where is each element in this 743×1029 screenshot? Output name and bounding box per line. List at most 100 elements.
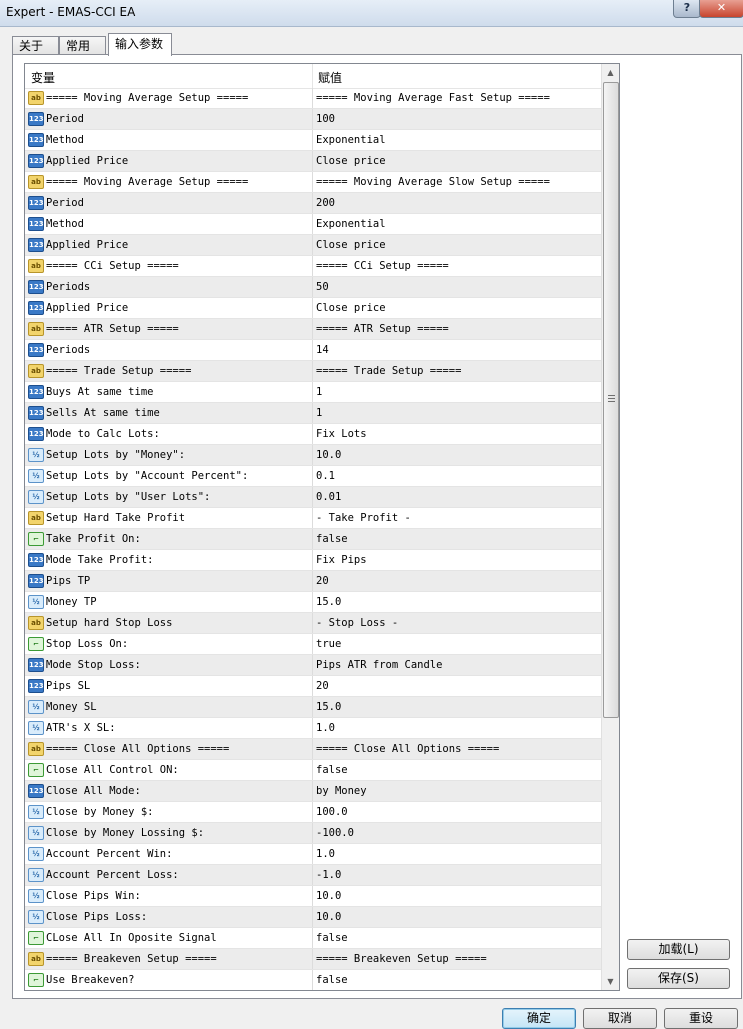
parameter-value[interactable]: false <box>316 932 348 944</box>
parameter-value[interactable]: 1.0 <box>316 722 335 734</box>
parameter-value[interactable]: -100.0 <box>316 827 354 839</box>
parameter-row[interactable]: 123 Sells At same time 1 <box>25 403 601 424</box>
parameter-row[interactable]: ½ Account Percent Win: 1.0 <box>25 844 601 865</box>
parameter-row[interactable]: ab ===== Moving Average Setup ===== ===== … <box>25 172 601 193</box>
parameter-row[interactable]: ½ Setup Lots by "User Lots": 0.01 <box>25 487 601 508</box>
parameter-value[interactable]: -1.0 <box>316 869 341 881</box>
column-header-value[interactable]: 赋值 <box>318 69 342 86</box>
parameter-value[interactable]: by Money <box>316 785 367 797</box>
parameter-row[interactable]: 123 Pips TP 20 <box>25 571 601 592</box>
parameter-row[interactable]: 123 Applied Price Close price <box>25 298 601 319</box>
parameter-row[interactable]: ½ Close by Money $: 100.0 <box>25 802 601 823</box>
parameter-row[interactable]: ⌐ CLose All In Oposite Signal false <box>25 928 601 949</box>
save-button[interactable]: 保存(S) <box>627 968 730 989</box>
scroll-down-arrow-icon[interactable]: ▼ <box>602 973 619 990</box>
parameter-row[interactable]: ab ===== CCi Setup ===== ===== CCi Setup =… <box>25 256 601 277</box>
parameter-row[interactable]: 123 Mode Stop Loss: Pips ATR from Candle <box>25 655 601 676</box>
parameter-value[interactable]: 1.0 <box>316 848 335 860</box>
vertical-scrollbar[interactable]: ▲ ▼ <box>601 64 619 990</box>
parameter-row[interactable]: ab Setup hard Stop Loss - Stop Loss - <box>25 613 601 634</box>
parameter-row[interactable]: 123 Method Exponential <box>25 214 601 235</box>
parameter-row[interactable]: ½ Account Percent Loss: -1.0 <box>25 865 601 886</box>
parameter-value[interactable]: 10.0 <box>316 890 341 902</box>
parameter-value[interactable]: false <box>316 974 348 986</box>
parameter-value[interactable]: ===== Breakeven Setup ===== <box>316 953 487 965</box>
parameter-row[interactable]: 123 Mode to Calc Lots: Fix Lots <box>25 424 601 445</box>
parameter-value[interactable]: true <box>316 638 341 650</box>
parameter-row[interactable]: ½ Close Pips Win: 10.0 <box>25 886 601 907</box>
parameter-row[interactable]: 123 Period 200 <box>25 193 601 214</box>
parameter-value[interactable]: 1 <box>316 407 322 419</box>
scroll-thumb[interactable] <box>603 82 619 718</box>
column-header-variable[interactable]: 变量 <box>31 69 55 86</box>
parameter-value[interactable]: 20 <box>316 575 329 587</box>
parameter-value[interactable]: 0.01 <box>316 491 341 503</box>
parameter-value[interactable]: ===== ATR Setup ===== <box>316 323 449 335</box>
reset-button[interactable]: 重设 <box>664 1008 738 1029</box>
parameter-value[interactable]: - Take Profit - <box>316 512 411 524</box>
parameter-value[interactable]: 50 <box>316 281 329 293</box>
parameter-value[interactable]: Close price <box>316 155 386 167</box>
parameter-value[interactable]: - Stop Loss - <box>316 617 398 629</box>
parameter-value[interactable]: 100.0 <box>316 806 348 818</box>
parameter-row[interactable]: 123 Pips SL 20 <box>25 676 601 697</box>
parameter-row[interactable]: ½ Close by Money Lossing $: -100.0 <box>25 823 601 844</box>
parameter-row[interactable]: ab ===== Trade Setup ===== ===== Trade Set… <box>25 361 601 382</box>
parameter-value[interactable]: 0.1 <box>316 470 335 482</box>
parameter-value[interactable]: Fix Pips <box>316 554 367 566</box>
parameter-value[interactable]: 15.0 <box>316 701 341 713</box>
parameter-row[interactable]: ½ Money SL 15.0 <box>25 697 601 718</box>
ok-button[interactable]: 确定 <box>502 1008 576 1029</box>
parameter-row[interactable]: 123 Method Exponential <box>25 130 601 151</box>
parameter-value[interactable]: 14 <box>316 344 329 356</box>
parameter-row[interactable]: ab ===== Close All Options ===== ===== Clo… <box>25 739 601 760</box>
parameter-value[interactable]: Fix Lots <box>316 428 367 440</box>
parameter-value[interactable]: ===== Moving Average Fast Setup ===== <box>316 92 550 104</box>
parameter-value[interactable]: false <box>316 533 348 545</box>
parameter-row[interactable]: 123 Applied Price Close price <box>25 151 601 172</box>
parameter-value[interactable]: Exponential <box>316 218 386 230</box>
parameter-value[interactable]: ===== Trade Setup ===== <box>316 365 461 377</box>
parameter-row[interactable]: ab Setup Hard Take Profit - Take Profit - <box>25 508 601 529</box>
parameter-row[interactable]: ½ Setup Lots by "Account Percent": 0.1 <box>25 466 601 487</box>
parameter-value[interactable]: 15.0 <box>316 596 341 608</box>
help-button[interactable]: ? <box>673 0 701 18</box>
parameter-row[interactable]: 123 Period 100 <box>25 109 601 130</box>
parameter-row[interactable]: ⌐ Close All Control ON: false <box>25 760 601 781</box>
window-titlebar[interactable]: Expert - EMAS-CCI EA ? ✕ <box>0 0 743 27</box>
parameter-value[interactable]: 20 <box>316 680 329 692</box>
parameter-row[interactable]: 123 Mode Take Profit: Fix Pips <box>25 550 601 571</box>
parameter-value[interactable]: 200 <box>316 197 335 209</box>
parameter-row[interactable]: ½ Setup Lots by "Money": 10.0 <box>25 445 601 466</box>
scroll-up-arrow-icon[interactable]: ▲ <box>602 64 619 81</box>
parameter-row[interactable]: ab ===== Moving Average Setup ===== ===== … <box>25 88 601 109</box>
parameter-row[interactable]: ½ Close Pips Loss: 10.0 <box>25 907 601 928</box>
parameter-value[interactable]: 1 <box>316 386 322 398</box>
parameter-row[interactable]: 123 Periods 50 <box>25 277 601 298</box>
parameter-value[interactable]: Close price <box>316 239 386 251</box>
load-button[interactable]: 加载(L) <box>627 939 730 960</box>
parameter-value[interactable]: 10.0 <box>316 911 341 923</box>
tab-common[interactable]: 常用 <box>59 36 106 55</box>
tab-about[interactable]: 关于 <box>12 36 59 55</box>
parameter-row[interactable]: ⌐ Use Breakeven? false <box>25 970 601 990</box>
parameter-value[interactable]: 100 <box>316 113 335 125</box>
parameter-row[interactable]: ⌐ Take Profit On: false <box>25 529 601 550</box>
close-button[interactable]: ✕ <box>699 0 743 18</box>
parameter-row[interactable]: ½ Money TP 15.0 <box>25 592 601 613</box>
parameter-row[interactable]: ½ ATR's X SL: 1.0 <box>25 718 601 739</box>
parameter-value[interactable]: ===== CCi Setup ===== <box>316 260 449 272</box>
parameter-row[interactable]: ab ===== ATR Setup ===== ===== ATR Setup =… <box>25 319 601 340</box>
parameter-value[interactable]: Exponential <box>316 134 386 146</box>
parameter-row[interactable]: 123 Periods 14 <box>25 340 601 361</box>
parameter-value[interactable]: ===== Close All Options ===== <box>316 743 499 755</box>
parameter-value[interactable]: Close price <box>316 302 386 314</box>
parameter-value[interactable]: false <box>316 764 348 776</box>
parameter-value[interactable]: 10.0 <box>316 449 341 461</box>
parameter-row[interactable]: ⌐ Stop Loss On: true <box>25 634 601 655</box>
tab-inputs[interactable]: 输入参数 <box>108 33 172 56</box>
parameter-row[interactable]: 123 Applied Price Close price <box>25 235 601 256</box>
parameter-row[interactable]: 123 Buys At same time 1 <box>25 382 601 403</box>
cancel-button[interactable]: 取消 <box>583 1008 657 1029</box>
parameter-value[interactable]: Pips ATR from Candle <box>316 659 442 671</box>
